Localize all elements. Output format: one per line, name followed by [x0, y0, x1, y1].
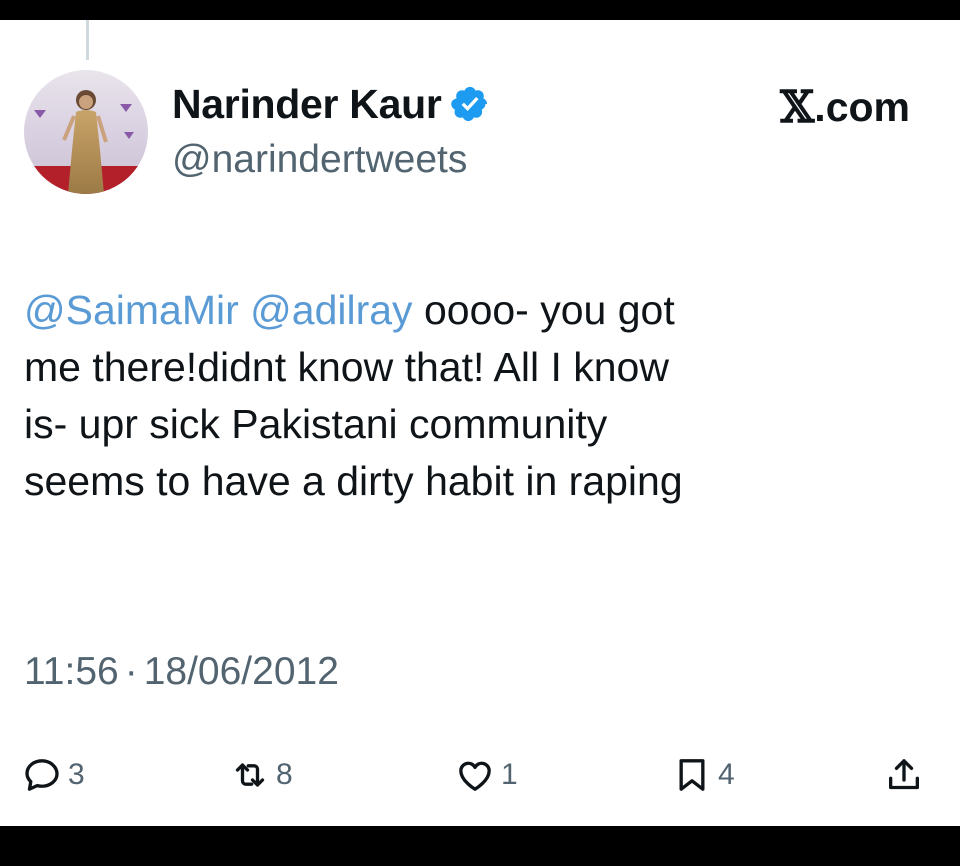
mention-link[interactable]: @adilray [250, 287, 412, 333]
x-logo-icon: 𝕏 [780, 82, 815, 133]
thread-connector-line [86, 20, 89, 60]
like-count: 1 [501, 758, 518, 791]
tweet-date: 18/06/2012 [143, 650, 339, 693]
avatar[interactable] [24, 70, 148, 194]
tweet-line-2: me there!didnt know that! All I know [24, 344, 669, 390]
mention-link[interactable]: @SaimaMir [24, 287, 239, 333]
tweet-line-1: @SaimaMir @adilray oooo- you got [24, 282, 924, 339]
retweet-count: 8 [276, 758, 293, 791]
timestamp-separator: · [124, 650, 138, 693]
tweet-text-segment: oooo- you got [423, 287, 675, 333]
share-button[interactable] [884, 750, 924, 800]
verified-badge-icon [450, 86, 487, 122]
reply-button[interactable]: 3 [22, 750, 85, 800]
speech-bubble-icon [25, 759, 59, 791]
author-handle[interactable]: @narindertweets [172, 138, 467, 182]
tweet-line-3: is- upr sick Pakistani community [24, 401, 608, 447]
heart-icon [459, 761, 491, 791]
bookmark-icon [679, 759, 705, 791]
screenshot-frame-bottom [0, 826, 960, 866]
reply-count: 3 [68, 758, 85, 791]
retweet-arrows-icon [235, 763, 265, 787]
tweet-timestamp[interactable]: 11:56 · 18/06/2012 [24, 650, 339, 694]
share-upload-icon [889, 759, 919, 790]
screenshot-frame-top [0, 0, 960, 20]
author-display-name[interactable]: Narinder Kaur [172, 81, 442, 128]
tweet-line-4: seems to have a dirty habit in raping [24, 458, 683, 504]
x-com-watermark: 𝕏 .com [780, 82, 910, 133]
like-button[interactable]: 1 [455, 750, 518, 800]
bookmark-button[interactable]: 4 [672, 750, 735, 800]
tweet-card[interactable]: Narinder Kaur @narindertweets 𝕏 .com @Sa… [0, 20, 960, 826]
retweet-button[interactable]: 8 [230, 750, 293, 800]
author-name-row[interactable]: Narinder Kaur [172, 80, 490, 128]
tweet-body: @SaimaMir @adilray oooo- you got me ther… [24, 282, 924, 510]
brand-domain: .com [814, 84, 910, 130]
bookmark-count: 4 [718, 758, 735, 791]
tweet-action-bar: 3 8 1 4 [0, 750, 960, 800]
tweet-time: 11:56 [24, 650, 119, 693]
